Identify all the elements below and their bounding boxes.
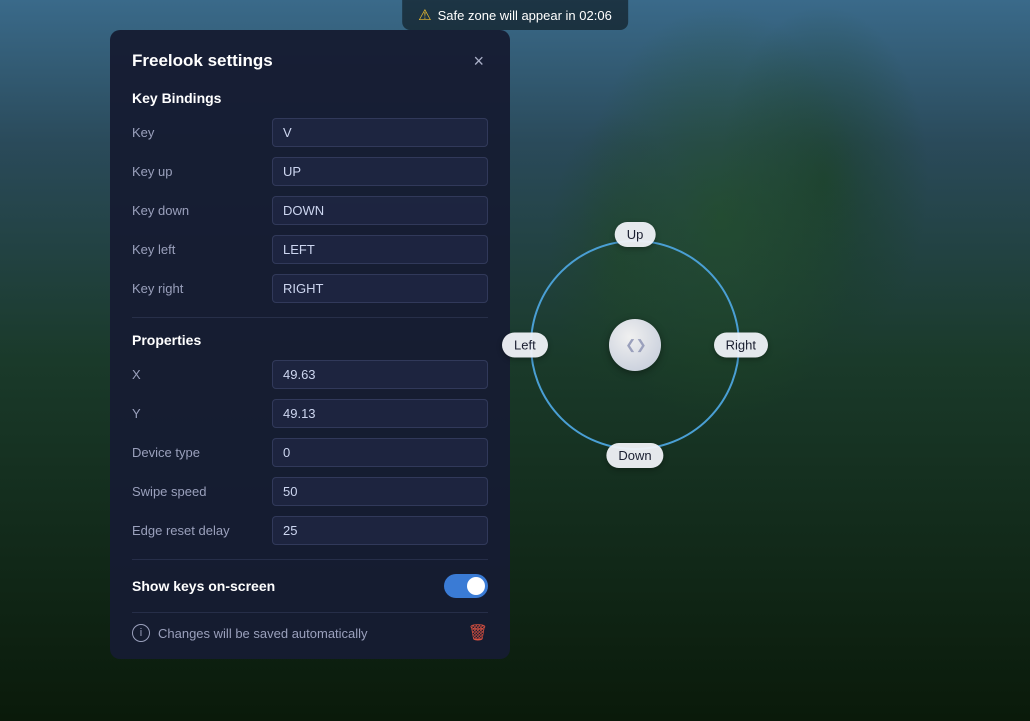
device-type-label: Device type [132,445,272,460]
key-right-row: Key right [132,274,488,303]
key-right-input[interactable] [272,274,488,303]
key-left-input[interactable] [272,235,488,264]
show-keys-label: Show keys on-screen [132,578,275,594]
x-label: X [132,367,272,382]
direction-right-label: Right [714,333,768,358]
key-left-label: Key left [132,242,272,257]
key-bindings-title: Key Bindings [132,90,488,106]
settings-panel: Freelook settings × Key Bindings Key Key… [110,30,510,659]
warning-bar: ⚠ Safe zone will appear in 02:06 [402,0,628,30]
key-down-label: Key down [132,203,272,218]
x-row: X [132,360,488,389]
show-keys-toggle[interactable] [444,574,488,598]
swipe-speed-input[interactable] [272,477,488,506]
properties-title: Properties [132,332,488,348]
y-input[interactable] [272,399,488,428]
edge-reset-row: Edge reset delay [132,516,488,545]
joystick-container: Up Down Left Right ❮ ❯ [530,240,740,450]
swipe-speed-row: Swipe speed [132,477,488,506]
y-label: Y [132,406,272,421]
divider-1 [132,317,488,318]
footer-row: i Changes will be saved automatically 🗑 [132,612,488,643]
key-right-label: Key right [132,281,272,296]
device-type-input[interactable] [272,438,488,467]
key-down-row: Key down [132,196,488,225]
direction-down-label: Down [606,443,663,468]
x-input[interactable] [272,360,488,389]
key-left-row: Key left [132,235,488,264]
warning-icon: ⚠ [418,6,431,24]
joystick-arrows-icon: ❮ ❯ [625,337,644,353]
key-down-input[interactable] [272,196,488,225]
device-type-row: Device type [132,438,488,467]
key-label: Key [132,125,272,140]
key-bindings-section: Key Bindings Key Key up Key down Key lef… [132,90,488,303]
key-input[interactable] [272,118,488,147]
panel-title: Freelook settings [132,51,273,71]
direction-up-label: Up [615,222,656,247]
y-row: Y [132,399,488,428]
footer-text: Changes will be saved automatically [158,626,460,641]
close-button[interactable]: × [469,50,488,72]
divider-2 [132,559,488,560]
swipe-speed-label: Swipe speed [132,484,272,499]
edge-reset-label: Edge reset delay [132,523,272,538]
direction-left-label: Left [502,333,548,358]
toggle-slider [444,574,488,598]
edge-reset-input[interactable] [272,516,488,545]
key-up-label: Key up [132,164,272,179]
panel-header: Freelook settings × [132,50,488,72]
key-field-row: Key [132,118,488,147]
warning-text: Safe zone will appear in 02:06 [438,8,612,23]
joystick-center[interactable]: ❮ ❯ [609,319,661,371]
show-keys-row: Show keys on-screen [132,574,488,598]
info-icon: i [132,624,150,642]
properties-section: Properties X Y Device type Swipe speed E… [132,332,488,545]
key-up-row: Key up [132,157,488,186]
key-up-input[interactable] [272,157,488,186]
delete-icon[interactable]: 🗑 [468,623,488,643]
